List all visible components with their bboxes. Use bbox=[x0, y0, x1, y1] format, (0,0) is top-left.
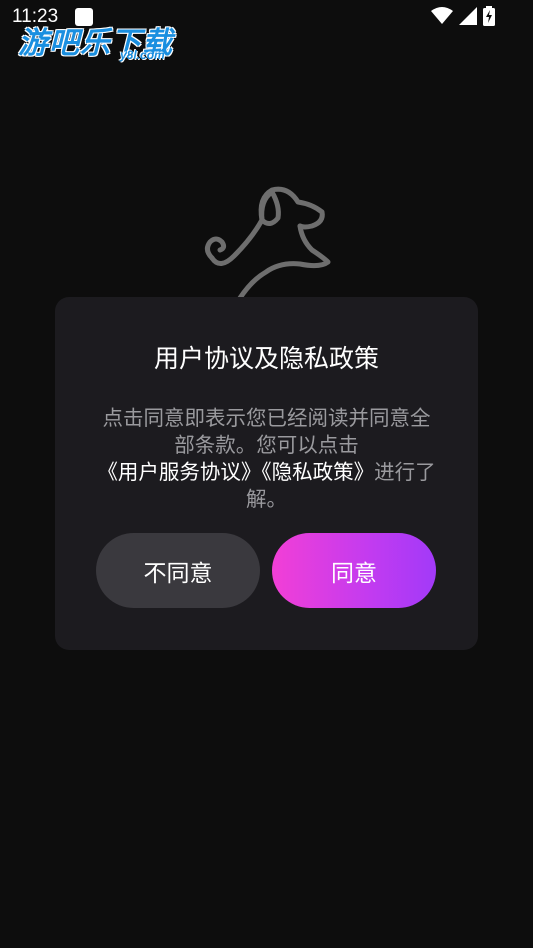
dog-logo-icon bbox=[204, 186, 331, 301]
status-icons bbox=[431, 6, 495, 26]
privacy-policy-link[interactable]: 《隐私政策》 bbox=[261, 460, 374, 484]
watermark-domain: y8l.com bbox=[120, 48, 165, 62]
app-screen: 11:23 游吧乐下载 y8l.com 用户协议及隐私政策 点击同意即表示您已经… bbox=[0, 0, 533, 948]
dialog-body: 点击同意即表示您已经阅读并同意全部条款。您可以点击《用户服务协议》《隐私政策》进… bbox=[95, 405, 438, 513]
agree-button[interactable]: 同意 bbox=[272, 533, 436, 608]
dialog-body-prefix: 点击同意即表示您已经阅读并同意全部条款。您可以点击 bbox=[102, 406, 431, 457]
signal-icon bbox=[459, 7, 477, 25]
battery-icon bbox=[483, 6, 495, 26]
disagree-button[interactable]: 不同意 bbox=[96, 533, 260, 608]
user-agreement-link[interactable]: 《用户服务协议》 bbox=[97, 460, 261, 484]
privacy-dialog: 用户协议及隐私政策 点击同意即表示您已经阅读并同意全部条款。您可以点击《用户服务… bbox=[55, 297, 478, 650]
watermark-logo: 游吧乐下载 y8l.com bbox=[18, 18, 188, 68]
dialog-title: 用户协议及隐私政策 bbox=[153, 344, 379, 373]
wifi-icon bbox=[431, 7, 453, 24]
